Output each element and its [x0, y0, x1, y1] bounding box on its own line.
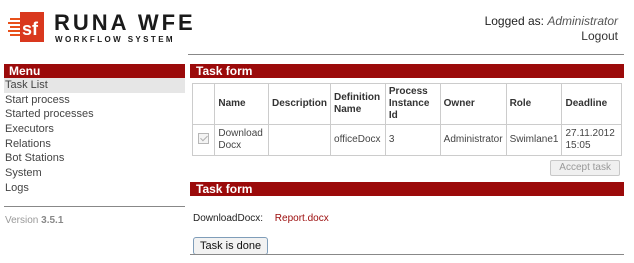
column-header-select — [191, 83, 216, 125]
sidebar-item-task-list[interactable]: Task List — [4, 78, 185, 93]
column-header-definition-name[interactable]: Definition Name — [330, 83, 386, 125]
runa-logo-icon: sf — [8, 12, 44, 42]
accept-task-button[interactable]: Accept task — [550, 160, 620, 176]
sidebar-item-start-process[interactable]: Start process — [4, 93, 185, 108]
column-header-process-instance-id[interactable]: Process Instance Id — [384, 83, 441, 125]
task-table: Name Description Definition Name Process… — [191, 83, 622, 156]
user-name: Administrator — [547, 14, 618, 28]
cell-description — [267, 124, 332, 156]
menu-list: Task List Start process Started processe… — [4, 78, 185, 196]
file-link[interactable]: Report.docx — [275, 213, 329, 224]
sidebar: Menu Task List Start process Started pro… — [4, 64, 185, 226]
column-header-owner[interactable]: Owner — [439, 83, 507, 125]
logo-title: RUNA WFE — [54, 10, 196, 35]
task-section-title: Task form — [190, 64, 624, 78]
logo-subtitle: WORKFLOW SYSTEM — [55, 35, 175, 44]
column-header-description[interactable]: Description — [267, 83, 332, 125]
column-header-role[interactable]: Role — [505, 83, 563, 125]
cell-owner: Administrator — [439, 124, 507, 156]
sidebar-item-relations[interactable]: Relations — [4, 137, 185, 152]
logged-as-label: Logged as: — [484, 14, 544, 28]
task-checkbox[interactable] — [198, 132, 210, 144]
footer-divider — [190, 254, 624, 255]
row-select-cell — [191, 124, 216, 156]
sidebar-item-executors[interactable]: Executors — [4, 122, 185, 137]
table-row[interactable]: Download Docx officeDocx 3 Administrator… — [191, 124, 622, 156]
header-divider — [188, 54, 624, 55]
sidebar-item-started-processes[interactable]: Started processes — [4, 107, 185, 122]
version-number: 3.5.1 — [41, 214, 64, 226]
cell-name[interactable]: Download Docx — [214, 124, 269, 156]
sidebar-item-system[interactable]: System — [4, 166, 185, 181]
cell-definition-name: officeDocx — [330, 124, 386, 156]
task-done-button[interactable]: Task is done — [193, 237, 269, 255]
cell-role: Swimlane1 — [505, 124, 563, 156]
accept-row: Accept task — [190, 160, 624, 178]
cell-process-instance-id: 3 — [384, 124, 441, 156]
column-header-name[interactable]: Name — [214, 83, 269, 125]
sidebar-item-logs[interactable]: Logs — [4, 181, 185, 196]
column-header-deadline[interactable]: Deadline — [561, 83, 622, 125]
svg-text:sf: sf — [22, 19, 39, 39]
table-header-row: Name Description Definition Name Process… — [191, 83, 622, 125]
sidebar-item-bot-stations[interactable]: Bot Stations — [4, 151, 185, 166]
logout-link[interactable]: Logout — [581, 29, 618, 44]
form-field-row: DownloadDocx: Report.docx — [193, 213, 624, 227]
main-content: Task form Name Description Definition Na… — [190, 64, 624, 255]
cell-deadline: 27.11.2012 15:05 — [561, 124, 622, 156]
logo: sf RUNA WFE WORKFLOW SYSTEM — [8, 8, 193, 48]
login-info: Logged as: Administrator Logout — [485, 14, 618, 44]
version-info: Version 3.5.1 — [4, 215, 185, 226]
field-label: DownloadDocx: — [193, 213, 264, 224]
form-section-title: Task form — [190, 182, 624, 196]
sidebar-divider — [4, 205, 185, 207]
menu-title: Menu — [4, 64, 185, 78]
version-label: Version — [5, 214, 39, 226]
